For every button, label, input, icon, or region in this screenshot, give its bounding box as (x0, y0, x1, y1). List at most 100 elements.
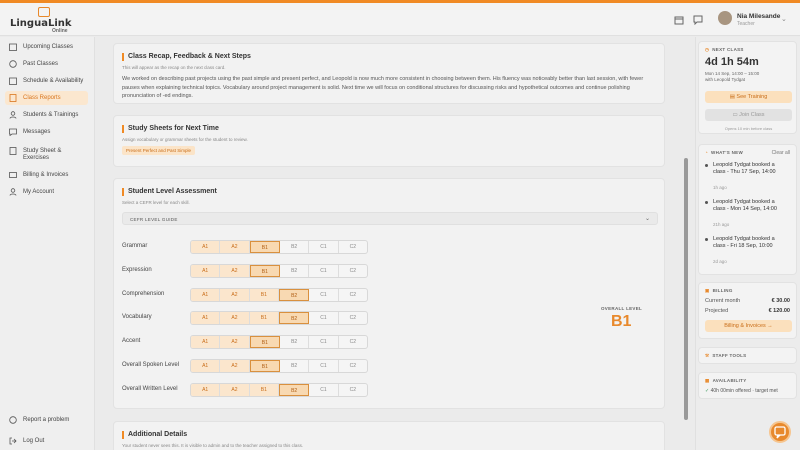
level-option-c1[interactable]: C1 (309, 360, 339, 372)
logout-label: Log Out (23, 437, 45, 444)
next-class-header: ◷ NEXT CLASS (705, 47, 744, 53)
sidebar-item-upcoming-classes[interactable]: Upcoming Classes (5, 40, 88, 54)
sidebar-item-study-sheets[interactable]: Study Sheet & Exercises (5, 144, 88, 164)
level-option-c2[interactable]: C2 (339, 336, 367, 348)
level-option-b1[interactable]: B1 (249, 383, 279, 396)
level-option-a1[interactable]: A1 (191, 383, 221, 396)
level-option-b2[interactable]: B2 (278, 288, 310, 301)
next-class-header-label: NEXT CLASS (712, 47, 744, 52)
level-option-b1[interactable]: B1 (249, 241, 280, 253)
level-option-a2[interactable]: A2 (220, 360, 250, 372)
calendar-icon[interactable] (674, 15, 684, 25)
level-option-c2[interactable]: C2 (339, 384, 367, 396)
level-option-a2[interactable]: A2 (220, 288, 250, 301)
level-option-a1[interactable]: A1 (191, 264, 221, 277)
additional-title: Additional Details (122, 431, 187, 439)
level-option-c2[interactable]: C2 (339, 265, 367, 277)
sidebar-item-schedule[interactable]: Schedule & Availability (5, 74, 88, 88)
level-option-a2[interactable]: A2 (220, 336, 250, 349)
level-option-b1[interactable]: B1 (249, 360, 280, 372)
level-option-c2[interactable]: C2 (339, 241, 367, 253)
level-option-c2[interactable]: C2 (339, 360, 367, 372)
level-option-c1[interactable]: C1 (309, 241, 339, 253)
skill-label: Accent (122, 338, 141, 345)
level-option-a1[interactable]: A1 (191, 288, 221, 301)
sidebar-item-label: Billing & Invoices (23, 171, 69, 178)
billing-invoices-button[interactable]: Billing & Invoices → (705, 320, 792, 332)
staff-tools-header: ⚒ STAFF TOOLS (705, 353, 746, 359)
see-training-button[interactable]: ▤ See Training (705, 91, 792, 103)
sidebar-item-account[interactable]: My Account (5, 185, 88, 199)
level-option-a2[interactable]: A2 (220, 264, 250, 277)
level-selector: A1 A2 B1 B2 C1 C2 (190, 263, 368, 278)
sidebar-item-label: Past Classes (23, 60, 59, 67)
logo-sub: Online (52, 28, 68, 34)
top-bar: LinguaLink Online Nia Milesande Teacher … (0, 3, 800, 36)
assessment-subtitle: Select a CEFR level for each skill. (122, 200, 190, 205)
sidebar-item-label: My Account (23, 188, 55, 195)
see-training-label: See Training (736, 94, 768, 100)
avatar[interactable] (718, 11, 732, 25)
chat-support-button[interactable] (769, 421, 791, 443)
user-role: Teacher (737, 21, 755, 27)
additional-subtitle: Your student never sees this. It is visi… (122, 443, 304, 448)
sidebar-item-students[interactable]: Students & Trainings (5, 108, 88, 122)
level-option-b2[interactable]: B2 (280, 360, 310, 372)
scrollbar[interactable] (684, 158, 688, 420)
level-option-b1[interactable]: B1 (249, 288, 279, 301)
level-option-a2[interactable]: A2 (220, 312, 250, 325)
level-option-c1[interactable]: C1 (309, 383, 339, 396)
chevron-down-icon[interactable]: ⌄ (781, 15, 787, 23)
level-option-b2[interactable]: B2 (278, 383, 310, 396)
skill-label: Grammar (122, 243, 148, 249)
level-option-a1[interactable]: A1 (191, 312, 221, 325)
level-option-c1[interactable]: C1 (309, 288, 339, 301)
level-selector: A1 A2 B1 B2 C1 C2 (190, 287, 368, 302)
level-option-b2[interactable]: B2 (278, 312, 310, 325)
bullet (705, 164, 708, 167)
study-sheet-tag[interactable]: Present Perfect and Past Simple (122, 146, 196, 155)
level-option-c1[interactable]: C1 (309, 264, 339, 277)
recap-text[interactable]: We worked on describing past projects us… (122, 75, 657, 101)
next-class-with: with Leopold Tydgat (705, 77, 745, 82)
level-option-a2[interactable]: A2 (220, 383, 250, 396)
cefr-guide-label: CEFR LEVEL GUIDE (130, 216, 178, 222)
sidebar-item-messages[interactable]: Messages (5, 125, 88, 139)
level-option-b1[interactable]: B1 (249, 312, 279, 325)
sidebar-item-class-reports[interactable]: Class Reports (5, 91, 88, 105)
staff-tools-card[interactable]: ⚒ STAFF TOOLS (698, 347, 797, 364)
schedule-icon (9, 77, 17, 85)
level-option-c1[interactable]: C1 (309, 336, 339, 349)
user-name[interactable]: Nia Milesande (737, 13, 780, 20)
right-panel: ◷ NEXT CLASS 4d 1h 54m Mon 14 Sep, 14:00 … (695, 37, 800, 450)
level-option-b2[interactable]: B2 (280, 264, 310, 277)
sidebar-item-label: Class Reports (23, 94, 61, 101)
cefr-guide-dropdown[interactable]: CEFR LEVEL GUIDE ⌄ (122, 212, 658, 225)
level-option-c1[interactable]: C1 (309, 312, 339, 325)
main-content: Class Recap, Feedback & Next Steps This … (96, 37, 690, 450)
study-title: Study Sheets for Next Time (122, 125, 219, 133)
level-option-c2[interactable]: C2 (339, 312, 367, 324)
level-option-b1[interactable]: B1 (249, 264, 280, 277)
level-option-c2[interactable]: C2 (339, 289, 367, 301)
join-class-button[interactable]: ▭ Join Class (705, 109, 792, 121)
countdown: 4d 1h 54m (705, 56, 759, 68)
level-option-b2[interactable]: B2 (280, 336, 310, 349)
bullet (705, 238, 708, 241)
current-month-label: Current month (705, 298, 741, 304)
sidebar-item-past-classes[interactable]: Past Classes (5, 57, 88, 71)
level-option-a2[interactable]: A2 (220, 241, 250, 253)
chevron-down-icon: ⌄ (644, 216, 650, 222)
clear-all-link[interactable]: Clear all (772, 150, 790, 156)
level-option-a1[interactable]: A1 (191, 336, 221, 349)
logout-link[interactable]: Log Out (5, 434, 88, 448)
level-option-a1[interactable]: A1 (191, 360, 221, 372)
level-option-b2[interactable]: B2 (280, 241, 310, 253)
level-option-a1[interactable]: A1 (191, 241, 221, 253)
level-option-b1[interactable]: B1 (249, 336, 280, 349)
messages-icon[interactable] (693, 15, 703, 25)
report-problem-link[interactable]: Report a problem (5, 413, 88, 427)
recap-card: Class Recap, Feedback & Next Steps This … (113, 43, 665, 104)
calendar-icon: ▦ (705, 378, 710, 383)
sidebar-item-billing[interactable]: Billing & Invoices (5, 168, 88, 182)
